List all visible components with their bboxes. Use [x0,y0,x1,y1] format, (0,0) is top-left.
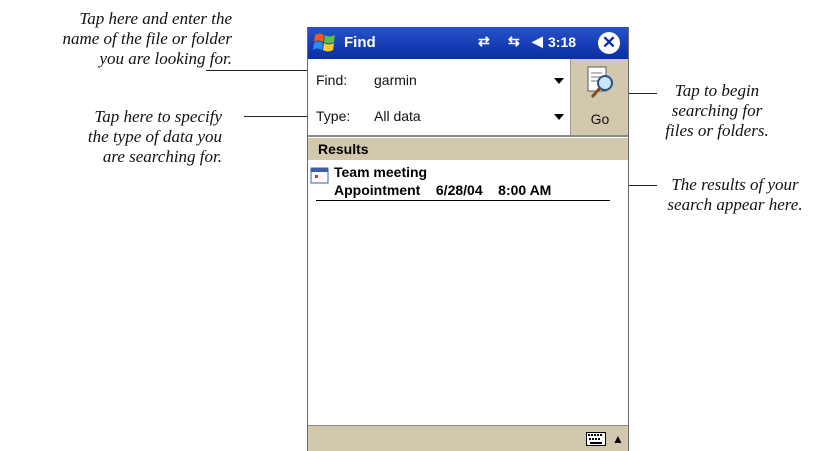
field-separator [308,135,628,137]
result-title: Team meeting [334,164,428,180]
type-row[interactable]: Type: All data [308,99,570,135]
result-date: 6/28/04 [435,182,483,198]
keyboard-icon[interactable] [586,432,606,446]
start-flag-icon[interactable] [312,31,338,55]
result-category: Appointment [334,182,421,198]
callout-line-3: are searching for. [102,147,222,166]
close-icon[interactable]: ✕ [598,32,620,54]
callout-line-1: Tap here and enter the [79,9,232,28]
volume-icon[interactable]: ◀ [532,33,543,50]
results-header-label: Results [318,141,369,157]
title-bar: Find ⇄ ⇆ ◀ 3:18 ✕ [308,27,628,59]
callout-results: The results of your search appear here. [652,175,818,215]
callout-line-1: Tap to begin [674,81,760,100]
callout-leader-type [244,116,308,117]
go-button[interactable]: Go [570,59,628,135]
find-input[interactable]: garmin [374,72,417,88]
callout-line-3: files or folders. [665,121,769,140]
callout-go-button: Tap to begin searching for files or fold… [650,81,784,141]
results-header: Results [308,138,628,160]
callout-line-2: name of the file or folder [62,29,232,48]
callout-line-1: The results of your [671,175,799,194]
window-title: Find [344,34,376,51]
callout-type-field: Tap here to specify the type of data you… [0,107,222,167]
sync-icon[interactable]: ⇆ [508,33,520,50]
callout-line-2: search appear here. [667,195,803,214]
type-label: Type: [316,108,351,124]
find-label: Find: [316,72,348,88]
callout-line-2: searching for [671,101,763,120]
menu-bar: ▲ [308,425,628,451]
callout-find-field: Tap here and enter the name of the file … [0,9,232,69]
result-time: 8:00 AM [498,182,552,198]
result-item[interactable]: Team meeting Appointment 6/28/04 8:00 AM [308,162,628,202]
go-label: Go [590,111,610,127]
callout-leader-find [206,70,308,71]
result-underline [316,200,610,201]
type-select[interactable]: All data [374,108,421,124]
result-details: Appointment 6/28/04 8:00 AM [334,182,551,198]
input-panel-arrow-icon[interactable]: ▲ [612,432,624,446]
calendar-icon [310,167,329,184]
find-row[interactable]: Find: garmin [308,63,570,99]
clock[interactable]: 3:18 [548,34,576,50]
pocketpc-screen: Find ⇄ ⇆ ◀ 3:18 ✕ Find: garmin Type: All… [307,27,629,451]
type-dropdown-arrow-icon[interactable] [554,114,564,120]
magnifier-document-icon [587,66,613,98]
callout-line-2: the type of data you [87,127,222,146]
find-dropdown-arrow-icon[interactable] [554,78,564,84]
connectivity-icon[interactable]: ⇄ [478,33,490,50]
callout-line-1: Tap here to specify [94,107,222,126]
callout-line-3: you are looking for. [99,49,232,68]
